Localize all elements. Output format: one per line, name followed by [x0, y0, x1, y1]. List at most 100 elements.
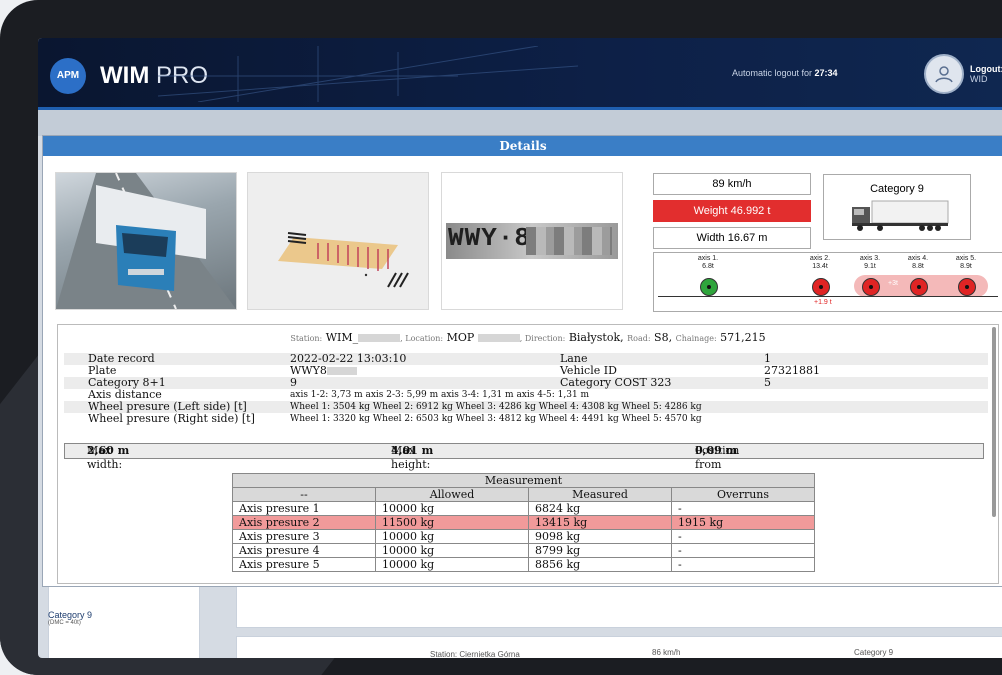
- axle-3-value: 9.1t: [864, 263, 876, 270]
- wheel-right-label: Wheel presure (Right side) [t]: [88, 412, 255, 425]
- measured-cell: 13415 kg: [528, 515, 672, 530]
- axle-3-wheel: [862, 278, 880, 296]
- redacted-blur: [326, 367, 357, 375]
- truck-photo-image: [56, 173, 236, 309]
- axle-4-label: axis 4.: [907, 255, 929, 262]
- axle-2-overload-label: +1.9 t: [814, 299, 832, 306]
- table-row: Axis presure 5 10000 kg 8856 kg -: [232, 557, 815, 572]
- axle-4-wheel: [910, 278, 928, 296]
- measurement-table: Measurement -- Allowed Measured Overruns…: [232, 473, 815, 572]
- detail-row: Date record 2022-02-22 13:03:10 Lane 1: [64, 353, 988, 365]
- location-label: , Location:: [400, 334, 444, 343]
- axle-5-wheel: [958, 278, 976, 296]
- station-label: Station:: [290, 334, 323, 343]
- category-filter-item[interactable]: Category 9 (DMC = 40t): [48, 610, 92, 626]
- road-value: S8,: [654, 331, 673, 344]
- station-value: WIM_: [325, 331, 359, 344]
- header-decoration: [158, 46, 578, 102]
- row-name: Axis presure 2: [232, 515, 376, 530]
- laser-scan-icon: [278, 232, 409, 288]
- table-row: Axis presure 1 10000 kg 6824 kg -: [232, 501, 815, 516]
- plate-visible-text: WWY·8: [448, 223, 532, 253]
- table-title: Measurement: [232, 473, 815, 488]
- modal-title: Details: [43, 136, 1002, 156]
- app-title-bold: WIM: [100, 62, 150, 89]
- axle-3: axis 3. 9.1t: [850, 255, 890, 271]
- category-filter-sub: (DMC = 40t): [48, 620, 81, 626]
- axle-1-value: 6.8t: [702, 263, 714, 270]
- position-center: Position from lane center: 0,09 m: [695, 444, 739, 499]
- logout-button[interactable]: Logout: WID: [970, 64, 1002, 84]
- vehicle-id-value: 27321881: [764, 364, 820, 377]
- details-grid: Date record 2022-02-22 13:03:10 Lane 1 P…: [64, 353, 988, 425]
- vehicle-photo[interactable]: [55, 172, 237, 310]
- axle-1-label: axis 1.: [697, 255, 719, 262]
- row-name: Axis presure 5: [232, 557, 376, 572]
- sub-bar: [38, 110, 1002, 136]
- apm-logo: APM: [50, 58, 86, 94]
- scrollbar[interactable]: [992, 327, 996, 517]
- row-name: Axis presure 1: [232, 501, 376, 516]
- overrun-cell: -: [671, 529, 815, 544]
- detail-row: Plate WWY8 Vehicle ID 27321881: [64, 365, 988, 377]
- axle-diagram: axis 1. 6.8t axis 2. 13.4t axis 3. 9.1t axi…: [653, 252, 1002, 312]
- axle-2-label: axis 2.: [809, 255, 831, 262]
- axle-2-value: 13.4t: [812, 263, 828, 270]
- direction-label: , Direction:: [519, 334, 566, 343]
- detail-row: Category 8+1 9 Category COST 323 5: [64, 377, 988, 389]
- table-row: Axis presure 3 10000 kg 9098 kg -: [232, 529, 815, 544]
- bg-speed-text: 86 km/h: [652, 648, 681, 657]
- max-height-label: Max height:: [391, 444, 431, 471]
- axle-3-label: axis 3.: [859, 255, 881, 262]
- allowed-cell: 10000 kg: [375, 557, 529, 572]
- overrun-cell: 1915 kg: [671, 515, 815, 530]
- allowed-cell: 10000 kg: [375, 529, 529, 544]
- redacted-blur: [477, 334, 520, 342]
- overrun-cell: -: [671, 501, 815, 516]
- category-label: Category 9: [870, 183, 924, 195]
- max-height: Max height: 4,01 m: [391, 444, 433, 471]
- autologout-timer: Automatic logout for 27:34: [732, 68, 838, 78]
- table-header-row: -- Allowed Measured Overruns: [232, 487, 815, 502]
- list-item[interactable]: [236, 586, 1002, 628]
- wheel-left-value: Wheel 1: 3504 kg Wheel 2: 6912 kg Wheel …: [290, 402, 702, 412]
- details-modal: Details WWY·8 89 km/h Weight 46.992 t Wi…: [42, 135, 1002, 587]
- user-icon: [935, 66, 953, 83]
- station-line: Station: WIM_ , Location: MOP , Direction…: [58, 331, 998, 344]
- direction-value: Białystok,: [568, 331, 624, 344]
- axle-4: axis 4. 8.8t: [898, 255, 938, 271]
- dimensions-bar: Max width: 2,60 m Max height: 4,01 m Pos…: [64, 443, 984, 499]
- axis-distance-value: axis 1-2: 3,73 m axis 2-3: 5,99 m axis 3…: [290, 390, 590, 400]
- axle-1: axis 1. 6.8t: [688, 255, 728, 271]
- tablet-frame: APM WIM PRO Automatic logout for 27:34 L…: [0, 0, 1002, 675]
- axle-2: axis 2. 13.4t: [800, 255, 840, 271]
- category-filter-label: Category 9: [48, 610, 93, 620]
- max-width: Max width: 2,60 m: [87, 444, 129, 471]
- weight-box: Weight 46.992 t: [653, 200, 811, 222]
- category-81-value: 9: [290, 376, 297, 389]
- table-title-row: Measurement: [232, 473, 815, 488]
- cost-value: 5: [764, 376, 771, 389]
- plate-photo[interactable]: WWY·8: [441, 172, 623, 310]
- table-row: Axis presure 2 11500 kg 13415 kg 1915 kg: [232, 515, 815, 530]
- logout-label: Logout:: [970, 64, 1002, 74]
- axle-2-wheel: [812, 278, 830, 296]
- column-header: Measured: [528, 487, 672, 502]
- logout-user: WID: [970, 74, 988, 84]
- road-label: Road:: [627, 334, 651, 343]
- detail-row: Wheel presure (Right side) [t] Wheel 1: …: [64, 413, 988, 425]
- column-header: Overruns: [671, 487, 815, 502]
- record-details: Station: WIM_ , Location: MOP , Direction…: [57, 324, 999, 584]
- axle-4-value: 8.8t: [912, 263, 924, 270]
- speed-box: 89 km/h: [653, 173, 811, 195]
- table-row: Axis presure 4 10000 kg 8799 kg -: [232, 543, 815, 558]
- cost-label: Category COST 323: [560, 376, 672, 389]
- 3d-scan-image[interactable]: [247, 172, 429, 310]
- user-avatar[interactable]: [924, 54, 964, 94]
- width-box: Width 16.67 m: [653, 227, 811, 249]
- measured-cell: 8856 kg: [528, 557, 672, 572]
- max-width-label: Max width:: [87, 444, 123, 471]
- allowed-cell: 10000 kg: [375, 543, 529, 558]
- plate-blur: [526, 227, 612, 255]
- truck-category-icon: [852, 200, 949, 231]
